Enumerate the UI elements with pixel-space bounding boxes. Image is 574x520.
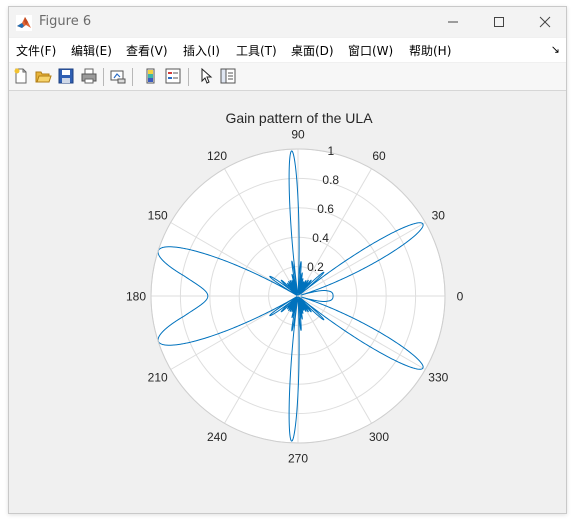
new-figure-icon[interactable]	[12, 67, 30, 85]
matlab-icon	[16, 15, 32, 31]
polar-plot-canvas[interactable]: Gain pattern of the ULA 0 30 60 90 120 150 180…	[9, 91, 566, 513]
toolbar-separator	[188, 68, 189, 86]
open-file-icon[interactable]	[34, 67, 52, 85]
insert-legend-icon[interactable]	[164, 67, 182, 85]
print-icon[interactable]	[80, 67, 98, 85]
menu-insert[interactable]: 插入(I)	[183, 42, 220, 59]
property-inspector-icon[interactable]	[219, 67, 237, 85]
minimize-button[interactable]	[430, 7, 476, 37]
r-tick-label: 0.6	[317, 202, 334, 216]
theta-tick-label: 330	[428, 371, 448, 385]
maximize-icon	[494, 17, 504, 27]
theta-tick-label: 150	[148, 209, 168, 223]
menu-edit[interactable]: 编辑(E)	[71, 42, 112, 59]
title-bar[interactable]: Figure 6	[9, 7, 566, 37]
figure-window: Figure 6 文件(F) 编辑(E) 查看(V) 插入(I) 工具(T) 桌…	[8, 6, 567, 514]
r-tick-label: 0.2	[307, 260, 324, 274]
chevron-icon[interactable]: ↘	[551, 43, 560, 56]
polar-axes: 0 30 60 90 120 150 180 210 240 270 300 330 0.2 0.4 0.6…	[126, 128, 464, 466]
theta-tick-label: 0	[457, 290, 464, 304]
menu-window[interactable]: 窗口(W)	[348, 42, 393, 59]
toolbar-separator	[132, 68, 133, 86]
theta-tick-label: 240	[207, 430, 227, 444]
figure-toolbar	[9, 63, 566, 91]
theta-tick-label: 270	[288, 452, 308, 466]
menu-view[interactable]: 查看(V)	[126, 42, 168, 59]
chart-title: Gain pattern of the ULA	[225, 110, 373, 126]
theta-tick-label: 60	[372, 149, 386, 163]
r-tick-label: 1	[328, 144, 335, 158]
menu-desktop[interactable]: 桌面(D)	[291, 42, 334, 59]
save-icon[interactable]	[57, 67, 75, 85]
link-plot-icon[interactable]	[109, 67, 127, 85]
theta-tick-label: 30	[432, 209, 446, 223]
menu-bar: 文件(F) 编辑(E) 查看(V) 插入(I) 工具(T) 桌面(D) 窗口(W…	[9, 38, 566, 62]
theta-tick-label: 120	[207, 149, 227, 163]
r-tick-label: 0.8	[322, 173, 339, 187]
maximize-button[interactable]	[476, 7, 522, 37]
edit-plot-arrow-icon[interactable]	[197, 67, 215, 85]
insert-colorbar-icon[interactable]	[142, 67, 160, 85]
close-button[interactable]	[522, 7, 568, 37]
menu-file[interactable]: 文件(F)	[16, 42, 56, 59]
theta-tick-label: 180	[126, 290, 146, 304]
theta-tick-label: 300	[369, 430, 389, 444]
menu-tools[interactable]: 工具(T)	[236, 42, 277, 59]
menu-help[interactable]: 帮助(H)	[409, 42, 451, 59]
minimize-icon	[448, 21, 458, 23]
r-tick-label: 0.4	[312, 231, 329, 245]
theta-tick-label: 90	[291, 128, 305, 142]
close-icon	[539, 16, 551, 28]
toolbar-separator	[103, 68, 104, 86]
theta-tick-label: 210	[148, 371, 168, 385]
window-title: Figure 6	[39, 14, 92, 29]
